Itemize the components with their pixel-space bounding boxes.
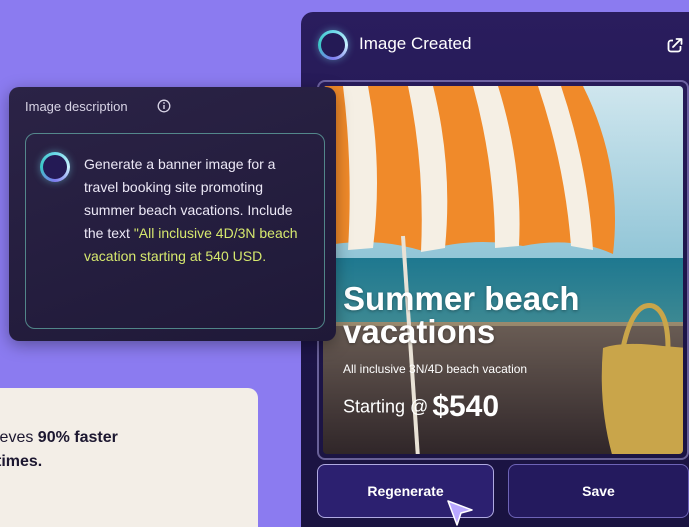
mouse-cursor-icon (447, 500, 473, 526)
panel-header: Image Created (301, 12, 689, 76)
banner-price: Starting @ $540 (343, 390, 499, 424)
banner-heading: Summer beach vacations (343, 280, 580, 350)
generated-banner-image: Summer beach vacations All inclusive 3N/… (323, 86, 683, 454)
image-description-card: Image description Generate a banner imag… (9, 87, 336, 341)
banner-subheading: All inclusive 3N/4D beach vacation (343, 362, 528, 376)
spinner-ring-icon (318, 30, 348, 60)
share-icon[interactable] (667, 37, 683, 53)
price-prefix: Starting @ (343, 396, 429, 417)
info-icon[interactable] (157, 99, 171, 113)
image-preview-frame: Summer beach vacations All inclusive 3N/… (317, 80, 689, 460)
quote-text-highlight: 90% faster (37, 429, 118, 446)
quote-card: ieves 90% faster times. (0, 388, 258, 527)
panel-title: Image Created (359, 34, 472, 53)
image-description-label: Image description (25, 99, 128, 114)
quote-text-highlight-2: times. (0, 453, 43, 470)
price-amount: $540 (432, 390, 500, 423)
image-description-text: Generate a banner image for a travel boo… (84, 153, 312, 268)
image-description-box[interactable]: Generate a banner image for a travel boo… (25, 133, 325, 329)
image-created-panel: Image Created Summer beach vacations All… (301, 12, 689, 527)
spinner-ring-icon (40, 152, 70, 182)
save-button[interactable]: Save (508, 464, 689, 518)
quote-text-start: ieves (0, 429, 38, 446)
